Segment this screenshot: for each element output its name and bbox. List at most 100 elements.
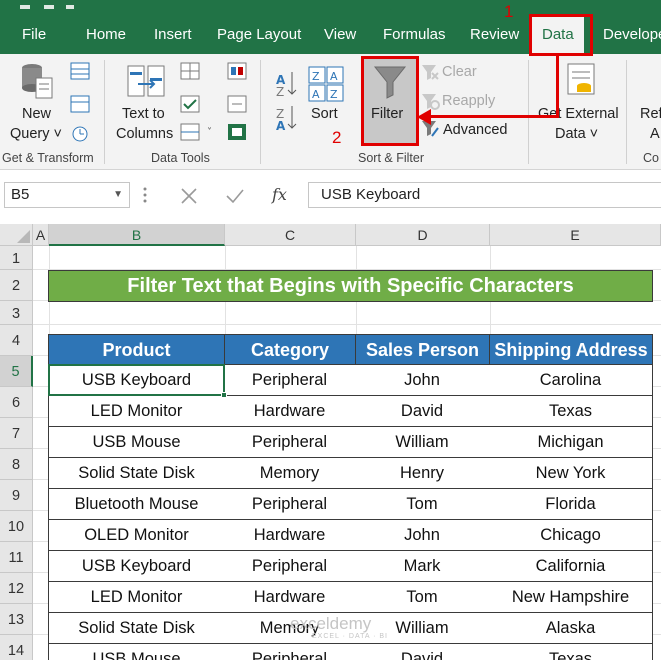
tab-view[interactable]: View — [324, 24, 356, 50]
cell-shipping-address[interactable]: New York — [489, 458, 653, 489]
group-sort-filter: Sort & Filter — [358, 151, 424, 165]
tab-file[interactable]: File — [22, 24, 46, 50]
cell-shipping-address[interactable]: New Hampshire — [489, 582, 653, 613]
fill-handle[interactable] — [221, 392, 227, 398]
get-external-data-dropdown[interactable]: Data ˅ — [555, 125, 598, 143]
reapply-label: Reapply — [442, 93, 496, 109]
cell-shipping-address[interactable]: Carolina — [489, 365, 653, 396]
tab-formulas[interactable]: Formulas — [383, 24, 446, 50]
cell-shipping-address[interactable]: Michigan — [489, 427, 653, 458]
row-header-10[interactable]: 10 — [0, 511, 33, 542]
cell-shipping-address[interactable]: Alaska — [489, 613, 653, 644]
tab-home[interactable]: Home — [86, 24, 126, 50]
row-header-6[interactable]: 6 — [0, 387, 33, 418]
row-header-11[interactable]: 11 — [0, 542, 33, 573]
row-header-2[interactable]: 2 — [0, 270, 33, 301]
cell-category[interactable]: Memory — [224, 458, 356, 489]
cell-product[interactable]: LED Monitor — [48, 396, 225, 427]
cell-shipping-address[interactable]: Chicago — [489, 520, 653, 551]
tab-insert[interactable]: Insert — [154, 24, 192, 50]
cell-category[interactable]: Hardware — [224, 520, 356, 551]
row-header-12[interactable]: 12 — [0, 573, 33, 604]
svg-text:˅: ˅ — [207, 126, 212, 138]
formula-input[interactable]: USB Keyboard — [308, 182, 661, 208]
new-query-dropdown[interactable]: Query ˅ — [10, 125, 62, 143]
text-to-columns-label[interactable]: Text to — [122, 105, 165, 123]
annotation-step-1: 1 — [504, 2, 514, 21]
column-header-c[interactable]: C — [225, 224, 356, 246]
text-to-columns-label-2[interactable]: Columns — [116, 125, 173, 143]
cell-product[interactable]: USB Mouse — [48, 644, 225, 660]
ribbon-separator — [626, 60, 627, 164]
row-header-3[interactable]: 3 — [0, 301, 33, 325]
cell-shipping-address[interactable]: California — [489, 551, 653, 582]
cell-sales-person[interactable]: David — [355, 644, 490, 660]
advanced-label[interactable]: Advanced — [443, 121, 508, 139]
clear-label: Clear — [442, 64, 477, 80]
cell-sales-person[interactable]: John — [355, 365, 490, 396]
cell-category[interactable]: Peripheral — [224, 489, 356, 520]
row-header-4[interactable]: 4 — [0, 325, 33, 356]
tab-page-layout[interactable]: Page Layout — [217, 24, 301, 50]
header-sales-person[interactable]: Sales Person — [355, 334, 490, 365]
column-header-b[interactable]: B — [49, 224, 225, 246]
column-header-a[interactable]: A — [33, 224, 49, 246]
cell-product[interactable]: LED Monitor — [48, 582, 225, 613]
sort-label[interactable]: Sort — [311, 105, 338, 123]
name-box-dropdown-icon[interactable]: ▼ — [113, 183, 123, 207]
cell-product[interactable]: USB Keyboard — [48, 551, 225, 582]
cell-sales-person[interactable]: William — [355, 427, 490, 458]
cell-category[interactable]: Peripheral — [224, 365, 356, 396]
cell-category[interactable]: Hardware — [224, 582, 356, 613]
cell-product[interactable]: Solid State Disk — [48, 613, 225, 644]
cell-sales-person[interactable]: Tom — [355, 582, 490, 613]
cell-category[interactable]: Peripheral — [224, 644, 356, 660]
header-product[interactable]: Product — [48, 334, 225, 365]
select-all-corner[interactable] — [0, 224, 33, 246]
cell-shipping-address[interactable]: Texas — [489, 644, 653, 660]
get-external-data-label[interactable]: Get External — [538, 105, 619, 123]
row-header-5[interactable]: 5 — [0, 356, 33, 387]
excel-window: File Home Insert Page Layout View Formul… — [0, 0, 661, 660]
refresh-all-label-2[interactable]: A — [650, 125, 660, 143]
cell-product[interactable]: Solid State Disk — [48, 458, 225, 489]
row-header-8[interactable]: 8 — [0, 449, 33, 480]
header-category[interactable]: Category — [224, 334, 356, 365]
ribbon-separator — [104, 60, 105, 164]
cell-category[interactable]: Peripheral — [224, 551, 356, 582]
cell-sales-person[interactable]: Tom — [355, 489, 490, 520]
cell-product[interactable]: Bluetooth Mouse — [48, 489, 225, 520]
svg-text:A: A — [312, 88, 320, 101]
cell-sales-person[interactable]: David — [355, 396, 490, 427]
header-shipping-address[interactable]: Shipping Address — [489, 334, 653, 365]
enter-icon[interactable] — [224, 186, 246, 206]
cell-shipping-address[interactable]: Florida — [489, 489, 653, 520]
row-header-1[interactable]: 1 — [0, 246, 33, 270]
row-header-13[interactable]: 13 — [0, 604, 33, 635]
cell-category[interactable]: Hardware — [224, 396, 356, 427]
cancel-icon[interactable] — [178, 186, 200, 206]
cell-product[interactable]: OLED Monitor — [48, 520, 225, 551]
cell-sales-person[interactable]: John — [355, 520, 490, 551]
column-header-e[interactable]: E — [490, 224, 661, 246]
insert-function-icon[interactable]: fx — [272, 186, 287, 204]
name-box[interactable]: B5 ▼ — [4, 182, 130, 208]
row-header-7[interactable]: 7 — [0, 418, 33, 449]
new-query-label[interactable]: New — [22, 105, 51, 123]
cell-sales-person[interactable]: Henry — [355, 458, 490, 489]
title-cell[interactable]: Filter Text that Begins with Specific Ch… — [48, 270, 653, 302]
cell-product[interactable]: USB Mouse — [48, 427, 225, 458]
cell-product[interactable]: USB Keyboard — [48, 365, 225, 396]
cell-sales-person[interactable]: Mark — [355, 551, 490, 582]
cell-shipping-address[interactable]: Texas — [489, 396, 653, 427]
tab-developer[interactable]: Develope — [603, 24, 661, 50]
row-header-14[interactable]: 14 — [0, 635, 33, 660]
column-header-d[interactable]: D — [356, 224, 490, 246]
refresh-all-label[interactable]: Ref — [640, 105, 661, 123]
get-transform-small-icons — [70, 62, 90, 142]
tab-review[interactable]: Review — [470, 24, 519, 50]
row-header-9[interactable]: 9 — [0, 480, 33, 511]
sort-ascending-icon[interactable]: A Z Z A — [274, 68, 298, 130]
cell-category[interactable]: Peripheral — [224, 427, 356, 458]
group-connections: Co — [643, 151, 659, 165]
